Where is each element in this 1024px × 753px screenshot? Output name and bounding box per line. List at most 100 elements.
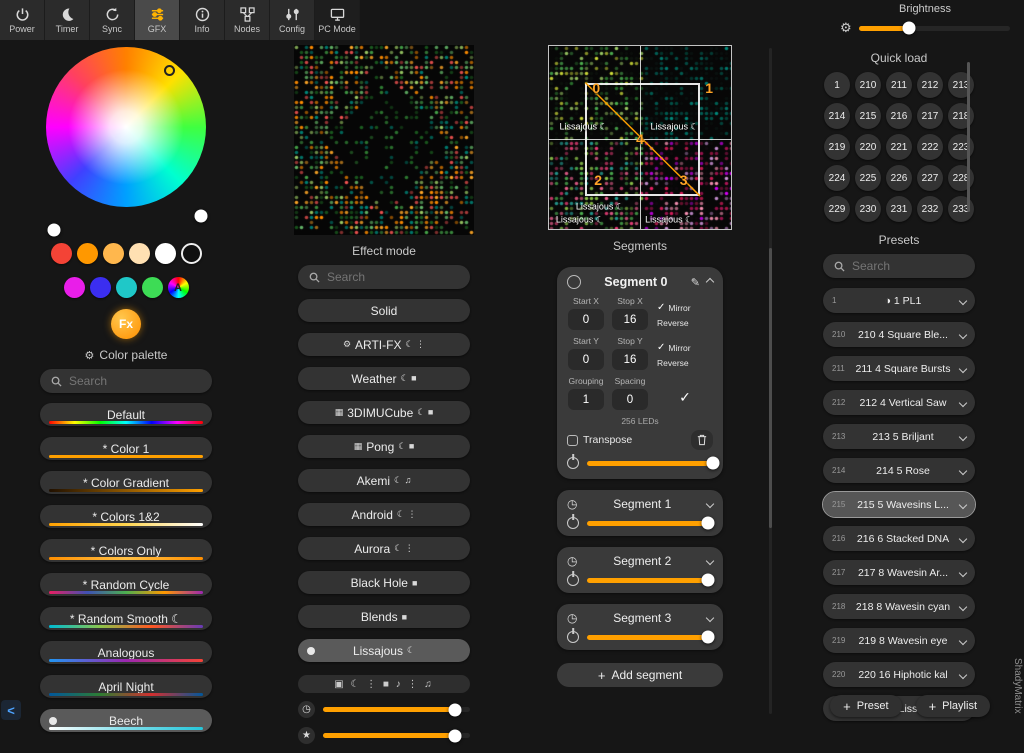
segment-header[interactable]: ◷Segment 2 <box>567 554 713 568</box>
chevron-down-icon[interactable] <box>959 670 967 678</box>
toolbar-button-pc-mode[interactable]: PC Mode <box>315 0 360 40</box>
reverse-x-checkbox[interactable]: Reverse <box>657 318 713 328</box>
quick-load-button[interactable]: 222 <box>917 134 943 160</box>
chevron-down-icon[interactable] <box>959 466 967 474</box>
segment-power-icon[interactable] <box>567 631 579 643</box>
preset-item[interactable]: 219219 8 Wavesin eye <box>823 628 975 653</box>
quick-load-button[interactable]: 211 <box>886 72 912 98</box>
slider-knob[interactable] <box>449 729 462 742</box>
chevron-up-icon[interactable] <box>706 278 714 286</box>
app-logo[interactable]: < <box>1 700 21 720</box>
preset-item[interactable]: 213213 5 Briljant <box>823 424 975 449</box>
grouping-input[interactable]: 1 <box>568 389 604 410</box>
chevron-down-icon[interactable] <box>959 534 967 542</box>
color-swatch[interactable] <box>142 277 163 298</box>
preset-search[interactable] <box>823 254 975 278</box>
palette-item[interactable]: Analogous <box>40 641 212 664</box>
chevron-down-icon[interactable] <box>959 432 967 440</box>
effect-item[interactable]: Akemi☾ ♫ <box>298 469 470 492</box>
color-swatch[interactable] <box>116 277 137 298</box>
fx-button[interactable]: Fx <box>111 309 141 339</box>
quick-load-button[interactable]: 212 <box>917 72 943 98</box>
quick-load-button[interactable]: 218 <box>948 103 974 129</box>
preset-item[interactable]: 214214 5 Rose <box>823 458 975 483</box>
chevron-down-icon[interactable] <box>959 296 967 304</box>
quick-load-button[interactable]: 210 <box>855 72 881 98</box>
toolbar-button-config[interactable]: Config <box>270 0 315 40</box>
quick-load-button[interactable]: 224 <box>824 165 850 191</box>
color-swatch[interactable] <box>129 243 150 264</box>
preset-item[interactable]: 1◑ 1 PL1 <box>823 288 975 313</box>
spacing-input[interactable]: 0 <box>612 389 648 410</box>
quick-load-button[interactable]: 1 <box>824 72 850 98</box>
effect-options-row[interactable]: ▣ ☾ ⋮ ■ ♪ ⋮ ♫ <box>298 675 470 693</box>
segment-power-icon[interactable] <box>567 574 579 586</box>
preset-item[interactable]: 212212 4 Vertical Saw <box>823 390 975 415</box>
segment-number[interactable]: 3 <box>680 172 688 188</box>
slider-knob[interactable] <box>701 574 714 587</box>
palette-item[interactable]: Beech <box>40 709 212 732</box>
custom-color-swatch[interactable] <box>181 243 202 264</box>
toolbar-button-info[interactable]: Info <box>180 0 225 40</box>
edit-icon[interactable]: ✎ <box>691 276 700 289</box>
quick-load-button[interactable]: 227 <box>917 165 943 191</box>
palette-search-input[interactable] <box>69 374 201 388</box>
slider-knob[interactable] <box>48 224 61 237</box>
preset-item[interactable]: 217217 8 Wavesin Ar... <box>823 560 975 585</box>
add-playlist-button[interactable]: + Playlist <box>916 695 990 717</box>
preset-item[interactable]: 220220 16 Hiphotic kal <box>823 662 975 687</box>
quick-load-button[interactable]: 226 <box>886 165 912 191</box>
palette-item[interactable]: * Random Cycle <box>40 573 212 596</box>
chevron-down-icon[interactable] <box>706 614 714 622</box>
chevron-down-icon[interactable] <box>959 636 967 644</box>
effect-item[interactable]: Weather☾ ■ <box>298 367 470 390</box>
transpose-checkbox[interactable] <box>567 435 578 446</box>
chevron-down-icon[interactable] <box>959 364 967 372</box>
effect-item[interactable]: Blends■ <box>298 605 470 628</box>
quickload-scrollbar[interactable] <box>967 62 970 212</box>
quick-load-button[interactable]: 214 <box>824 103 850 129</box>
toolbar-button-gfx[interactable]: GFX <box>135 0 180 40</box>
mirror-y-checkbox[interactable]: ✓ Mirror <box>657 342 713 353</box>
preset-item[interactable]: 211211 4 Square Bursts <box>823 356 975 381</box>
color-swatch[interactable] <box>155 243 176 264</box>
quick-load-button[interactable]: 231 <box>886 196 912 222</box>
scrollbar[interactable] <box>769 48 772 714</box>
palette-item[interactable]: * Color Gradient <box>40 471 212 494</box>
color-swatch[interactable] <box>103 243 124 264</box>
chevron-down-icon[interactable] <box>706 557 714 565</box>
stop-x-input[interactable]: 16 <box>612 309 648 330</box>
toolbar-button-sync[interactable]: Sync <box>90 0 135 40</box>
effect-item[interactable]: Lissajous☾ <box>298 639 470 662</box>
palette-item[interactable]: April Night <box>40 675 212 698</box>
quick-load-button[interactable]: 233 <box>948 196 974 222</box>
palette-item[interactable]: * Colors 1&2 <box>40 505 212 528</box>
quick-load-button[interactable]: 213 <box>948 72 974 98</box>
segment-header[interactable]: ◷Segment 1 <box>567 497 713 511</box>
segment-power-icon[interactable] <box>567 517 579 529</box>
effect-item[interactable]: ⚙ARTI-FX☾ ⋮ <box>298 333 470 356</box>
palette-item[interactable]: * Color 1 <box>40 437 212 460</box>
segment-number[interactable]: 2 <box>594 172 602 188</box>
segment-number[interactable]: 1 <box>705 80 713 96</box>
chevron-down-icon[interactable] <box>959 500 967 508</box>
palette-item[interactable]: * Colors Only <box>40 539 212 562</box>
quick-load-button[interactable]: 230 <box>855 196 881 222</box>
chevron-down-icon[interactable] <box>959 568 967 576</box>
preset-item[interactable]: 218218 8 Wavesin cyan <box>823 594 975 619</box>
color-swatch[interactable] <box>51 243 72 264</box>
preset-item[interactable]: 210210 4 Square Ble... <box>823 322 975 347</box>
slider-knob[interactable] <box>707 457 720 470</box>
slider-knob[interactable] <box>195 210 208 223</box>
color-swatch[interactable] <box>90 277 111 298</box>
mirror-x-checkbox[interactable]: ✓ Mirror <box>657 302 713 313</box>
toolbar-button-power[interactable]: Power <box>0 0 45 40</box>
slider-knob[interactable] <box>902 22 915 35</box>
segment-select-checkbox[interactable] <box>567 275 581 289</box>
segment-brightness-slider[interactable] <box>587 635 713 640</box>
color-picker-dot[interactable] <box>164 65 175 76</box>
segment-brightness-slider[interactable] <box>587 578 713 583</box>
slider-knob[interactable] <box>449 703 462 716</box>
speed-slider[interactable] <box>323 707 470 712</box>
preset-item[interactable]: 216216 6 Stacked DNA <box>823 526 975 551</box>
